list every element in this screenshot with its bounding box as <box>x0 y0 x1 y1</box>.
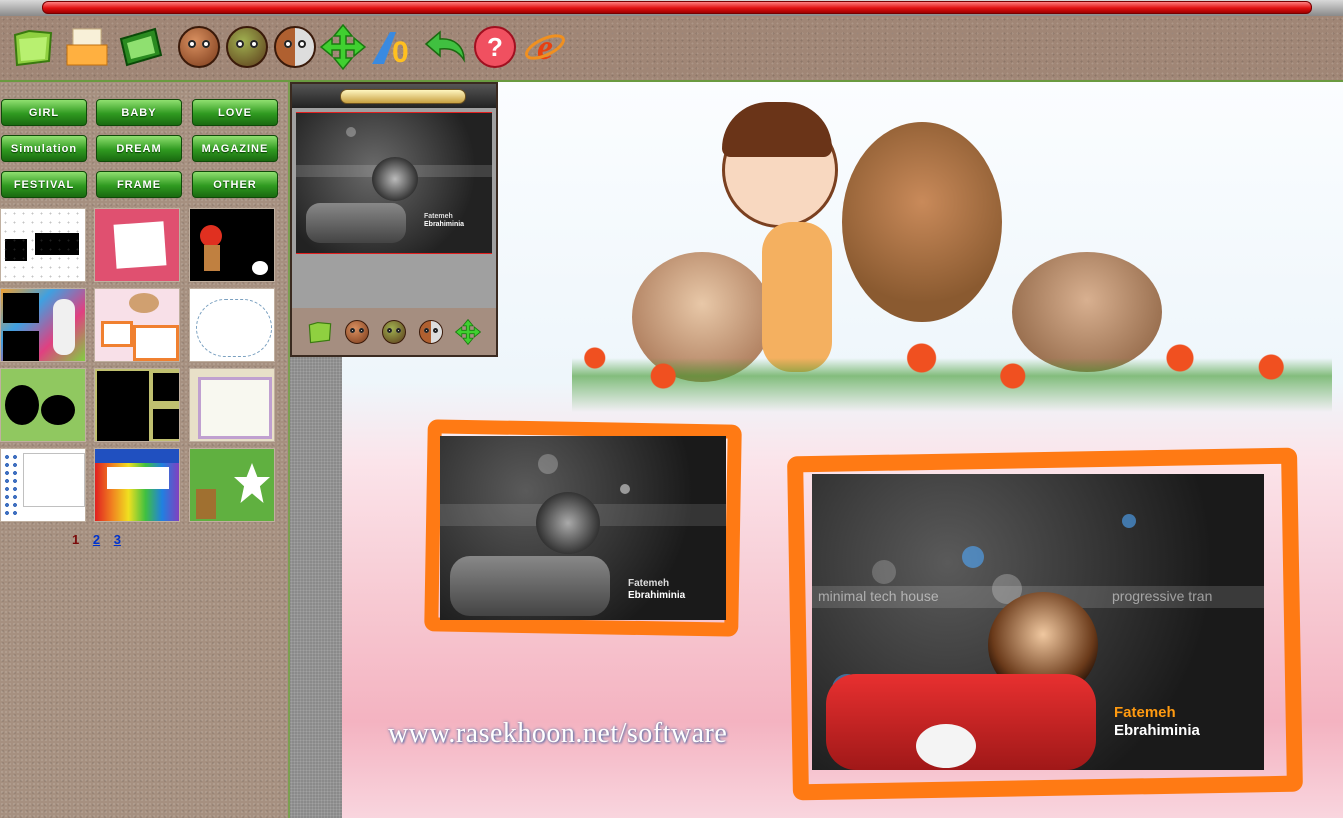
undo-button[interactable] <box>422 24 468 70</box>
template-thumb[interactable] <box>94 448 180 522</box>
open-image-button[interactable] <box>118 24 164 70</box>
face-edit-icon <box>226 26 268 68</box>
preview-face-half-button[interactable] <box>418 319 444 345</box>
large-photo-caption-last: Ebrahiminia <box>1114 722 1200 739</box>
help-button[interactable]: ? <box>472 24 518 70</box>
template-thumb[interactable] <box>0 288 86 362</box>
large-photo-banner-2: progressive tran <box>1112 588 1213 604</box>
undo-arrow-icon <box>424 30 465 63</box>
preview-panel: Fatemeh Ebrahiminia <box>290 82 498 357</box>
preview-caption-first: Fatemeh <box>424 213 453 220</box>
print-icon <box>66 28 108 66</box>
sidebar: GIRL BABY LOVE Simulation DREAM MAGAZINE… <box>0 82 290 818</box>
category-magazine-button[interactable]: MAGAZINE <box>192 135 278 162</box>
template-thumb[interactable] <box>189 288 275 362</box>
category-love-button[interactable]: LOVE <box>192 99 278 126</box>
face-zoom-button[interactable] <box>176 24 222 70</box>
page-1-current: 1 <box>72 532 80 547</box>
open-folder-icon <box>13 29 53 67</box>
template-thumb[interactable] <box>94 208 180 282</box>
internet-explorer-button[interactable]: e <box>522 24 568 70</box>
face-edit-button[interactable] <box>224 24 270 70</box>
open-folder-icon <box>309 321 332 343</box>
large-photo-banner: minimal tech house <box>818 588 939 604</box>
preview-caption-last: Ebrahiminia <box>424 221 465 228</box>
text-tool-icon: 0 <box>372 32 409 69</box>
print-button[interactable] <box>64 24 110 70</box>
kittens-illustration <box>572 82 1332 422</box>
face-zoom-icon <box>345 319 370 344</box>
preview-face-zoom-button[interactable] <box>344 319 370 345</box>
preview-face-edit-button[interactable] <box>381 319 407 345</box>
category-simulation-button[interactable]: Simulation <box>1 135 87 162</box>
large-photo[interactable]: minimal tech house progressive tran Fate… <box>812 474 1264 770</box>
window-title-bar <box>0 0 1343 16</box>
internet-explorer-icon: e <box>525 27 565 67</box>
category-frame-button[interactable]: FRAME <box>96 171 182 198</box>
small-photo-caption-last: Ebrahiminia <box>628 590 686 601</box>
preview-header <box>292 84 496 108</box>
title-bar-highlight <box>42 1 1312 14</box>
template-thumb[interactable] <box>189 368 275 442</box>
category-dream-button[interactable]: DREAM <box>96 135 182 162</box>
face-half-button[interactable] <box>272 24 318 70</box>
page-2-link[interactable]: 2 <box>93 532 100 547</box>
template-thumb[interactable] <box>94 288 180 362</box>
large-photo-caption-first: Fatemeh <box>1114 704 1176 721</box>
face-edit-icon <box>381 319 406 344</box>
svg-text:?: ? <box>487 32 503 62</box>
preview-handle[interactable] <box>340 89 466 104</box>
template-thumb[interactable] <box>189 208 275 282</box>
preview-photo[interactable]: Fatemeh Ebrahiminia <box>296 112 492 254</box>
move-button[interactable] <box>320 24 366 70</box>
open-folder-button[interactable] <box>10 24 56 70</box>
toolbar: 0 ? e <box>0 16 1343 82</box>
help-icon: ? <box>474 26 516 68</box>
template-thumb[interactable] <box>0 368 86 442</box>
template-thumb[interactable] <box>0 208 86 282</box>
preview-toolbar <box>292 308 496 355</box>
category-baby-button[interactable]: BABY <box>96 99 182 126</box>
face-zoom-icon <box>178 26 220 68</box>
watermark-url: www.rasekhoon.net/software <box>388 718 728 749</box>
svg-text:0: 0 <box>392 36 409 69</box>
preview-move-button[interactable] <box>454 318 481 345</box>
move-arrows-icon <box>320 24 366 70</box>
template-thumb[interactable] <box>189 448 275 522</box>
svg-text:e: e <box>537 27 553 67</box>
page-3-link[interactable]: 3 <box>114 532 121 547</box>
category-other-button[interactable]: OTHER <box>192 171 278 198</box>
preview-open-button[interactable] <box>307 319 333 345</box>
category-girl-button[interactable]: GIRL <box>1 99 87 126</box>
face-half-icon <box>418 319 443 344</box>
category-festival-button[interactable]: FESTIVAL <box>1 171 87 198</box>
template-thumb[interactable] <box>94 368 180 442</box>
small-photo-caption-first: Fatemeh <box>628 578 670 589</box>
text-tool-button[interactable]: 0 <box>370 24 416 70</box>
template-thumb[interactable] <box>0 448 86 522</box>
small-photo[interactable]: Fatemeh Ebrahiminia <box>440 436 726 620</box>
pagination: 1 2 3 <box>72 532 131 547</box>
open-image-icon <box>119 27 163 67</box>
move-arrows-icon <box>454 318 481 345</box>
face-half-icon <box>274 26 316 68</box>
